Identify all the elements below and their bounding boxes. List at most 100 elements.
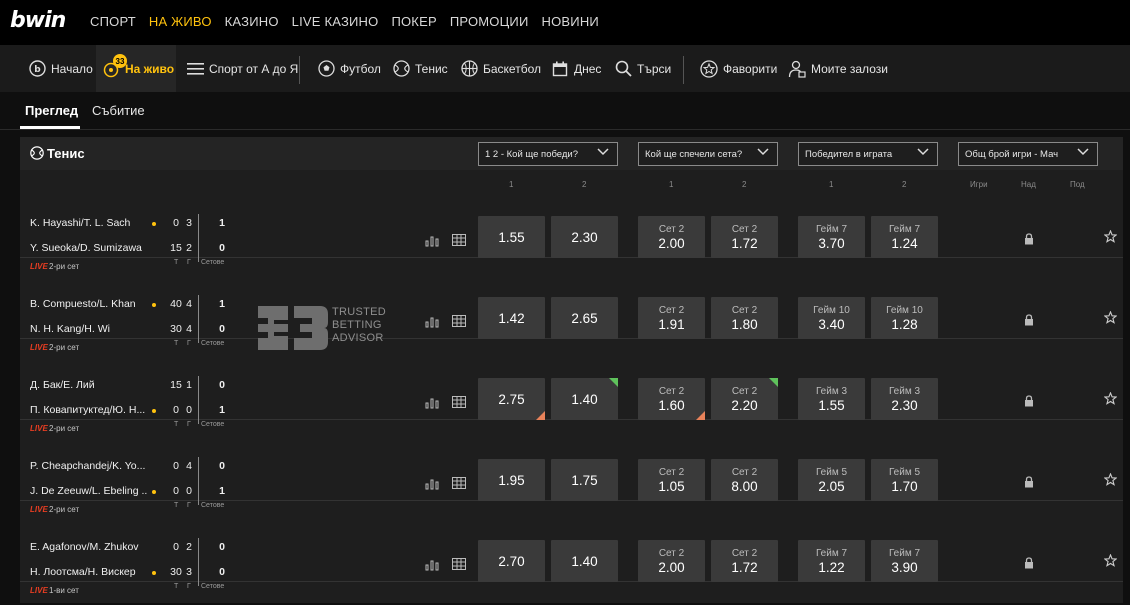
active-tab-indicator [20,126,80,129]
favorite-star-icon[interactable] [1103,553,1118,572]
subnav-search[interactable]: Търси [614,45,671,92]
odds-button[interactable]: Сет 2 1.60 [638,378,705,420]
odds-value: 1.60 [658,397,685,413]
odds-button[interactable]: Гейм 7 3.70 [798,216,865,258]
serve-indicator-icon [152,409,156,413]
tba-logo-icon [258,306,328,350]
points: 15 [170,379,182,391]
odds-button[interactable]: Гейм 7 1.24 [871,216,938,258]
sets: 1 [219,298,225,310]
odds-button[interactable]: 1.75 [551,459,618,501]
topnav-casino[interactable]: КАЗИНО [225,14,279,29]
odds-button[interactable]: Гейм 10 3.40 [798,297,865,339]
market-select-game-winner[interactable]: Победител в играта [798,142,938,166]
player-2-name[interactable]: Y. Sueoka/D. Sumizawa [30,242,148,254]
points: 0 [173,460,179,472]
odds-market-label: Гейм 10 [886,304,923,316]
odds-value: 2.65 [571,310,598,326]
odds-button[interactable]: Сет 2 1.80 [711,297,778,339]
bwin-logo[interactable]: bwin [10,8,66,33]
odds-down-icon [536,411,545,420]
player-1-name[interactable]: B. Compuesto/L. Khan [30,298,148,310]
scoreboard-icon[interactable] [452,557,466,575]
subnav-a-to-z[interactable]: Спорт от А до Я [186,45,298,92]
player-1-name[interactable]: K. Hayashi/T. L. Sach [30,217,148,229]
statistics-icon[interactable] [425,315,439,333]
odds-button[interactable]: 1.42 [478,297,545,339]
odds-button[interactable]: Сет 2 1.91 [638,297,705,339]
favorite-star-icon[interactable] [1103,310,1118,329]
statistics-icon[interactable] [425,234,439,252]
odds-market-label: Гейм 7 [888,223,921,235]
subnav-my-bets[interactable]: Моите залози [788,45,888,92]
points: 0 [173,541,179,553]
market-select-total-games[interactable]: Общ брой игри - Мач [958,142,1098,166]
scoreboard-icon[interactable] [452,476,466,494]
subnav-home[interactable]: b Начало [28,45,93,92]
topnav-news[interactable]: НОВИНИ [542,14,599,29]
odds-button[interactable]: Гейм 5 1.70 [871,459,938,501]
statistics-icon[interactable] [425,477,439,495]
subnav-football[interactable]: Футбол [317,45,381,92]
score-divider [198,538,199,586]
player-1-name[interactable]: Д. Бак/Е. Лий [30,379,148,391]
statistics-icon[interactable] [425,558,439,576]
scoreboard-icon[interactable] [452,395,466,413]
subnav-a-to-z-label: Спорт от А до Я [209,61,299,76]
subnav-tennis[interactable]: Тенис [392,45,448,92]
odds-button[interactable]: 1.55 [478,216,545,258]
odds-button[interactable]: Сет 2 2.00 [638,216,705,258]
topnav-sport[interactable]: СПОРТ [90,14,136,29]
tab-overview[interactable]: Преглед [25,103,78,118]
odds-button[interactable]: 2.75 [478,378,545,420]
odds-button[interactable]: Гейм 5 2.05 [798,459,865,501]
scoreboard-icon[interactable] [452,314,466,332]
odds-button[interactable]: Сет 2 1.05 [638,459,705,501]
topnav-promotions[interactable]: ПРОМОЦИИ [450,14,529,29]
favorite-star-icon[interactable] [1103,229,1118,248]
player-1-name[interactable]: P. Cheapchandej/K. Yo... [30,460,148,472]
odds-button[interactable]: Гейм 3 2.30 [871,378,938,420]
odds-button[interactable]: 2.70 [478,540,545,582]
subnav-today[interactable]: Днес [551,45,601,92]
match-row[interactable]: P. Cheapchandej/K. Yo... J. De Zeeuw/L. E… [20,420,1123,514]
scoreboard-icon[interactable] [452,233,466,251]
player-2-name[interactable]: Н. Лоотсма/Н. Вискер [30,566,148,578]
player-2-name[interactable]: П. Ковапитуктед/Ю. Н... [30,404,148,416]
chevron-down-icon [597,148,609,159]
topnav-live[interactable]: НА ЖИВО [149,14,212,29]
odds-button[interactable]: Гейм 7 3.90 [871,540,938,582]
odds-button[interactable]: Гейм 7 1.22 [798,540,865,582]
odds-button[interactable]: 2.65 [551,297,618,339]
odds-button[interactable]: 2.30 [551,216,618,258]
tab-event[interactable]: Събитие [92,103,145,118]
odds-button[interactable]: Сет 2 2.20 [711,378,778,420]
subnav-favorites[interactable]: Фаворити [700,45,777,92]
odds-button[interactable]: Сет 2 8.00 [711,459,778,501]
odds-button[interactable]: Сет 2 2.00 [638,540,705,582]
odds-button[interactable]: 1.40 [551,378,618,420]
match-row[interactable]: Д. Бак/Е. Лий П. Ковапитуктед/Ю. Н... 15 1 0… [20,339,1123,433]
player-1-name[interactable]: E. Agafonov/M. Zhukov [30,541,148,553]
games: 1 [186,379,192,391]
topnav-poker[interactable]: ПОКЕР [391,14,436,29]
favorite-star-icon[interactable] [1103,472,1118,491]
player-2-name[interactable]: N. H. Kang/H. Wi [30,323,148,335]
market-select-set-winner[interactable]: Кой ще спечели сета? [638,142,778,166]
subnav-live[interactable]: На живо [96,45,176,92]
subnav-basketball[interactable]: Баскетбол [460,45,541,92]
odds-button[interactable]: Сет 2 1.72 [711,216,778,258]
market-select-match-winner[interactable]: 1 2 - Кой ще победи? [478,142,618,166]
player-2-name[interactable]: J. De Zeeuw/L. Ebeling ... [30,485,148,497]
topnav-live-casino[interactable]: LIVE КАЗИНО [292,14,379,29]
match-row[interactable]: K. Hayashi/T. L. Sach Y. Sueoka/D. Sumiza… [20,177,1123,271]
odds-button[interactable]: Сет 2 1.72 [711,540,778,582]
statistics-icon[interactable] [425,396,439,414]
odds-button[interactable]: 1.40 [551,540,618,582]
odds-button[interactable]: Гейм 3 1.55 [798,378,865,420]
odds-button[interactable]: Гейм 10 1.28 [871,297,938,339]
match-row[interactable]: B. Compuesto/L. Khan N. H. Kang/H. Wi 40 4 1… [20,258,1123,352]
odds-button[interactable]: 1.95 [478,459,545,501]
favorite-star-icon[interactable] [1103,391,1118,410]
match-row[interactable]: E. Agafonov/M. Zhukov Н. Лоотсма/Н. Виске… [20,501,1123,595]
